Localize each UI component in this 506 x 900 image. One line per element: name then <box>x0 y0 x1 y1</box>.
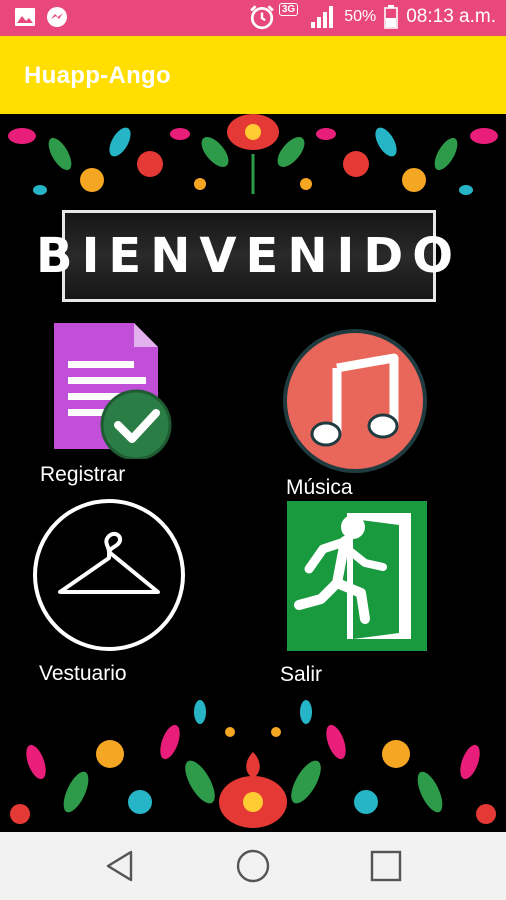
messenger-icon <box>47 7 67 27</box>
music-note-icon <box>283 329 427 473</box>
battery-icon <box>384 5 399 29</box>
vestuario-button[interactable]: Vestuario <box>30 496 190 696</box>
salir-button[interactable]: Salir <box>280 501 430 691</box>
navigation-bar <box>0 832 506 900</box>
musica-label: Música <box>286 476 353 499</box>
signal-icon <box>311 6 334 28</box>
floral-decoration-top <box>8 114 498 195</box>
back-icon <box>106 850 133 882</box>
floral-decoration-bottom <box>10 700 496 828</box>
back-button[interactable] <box>100 846 140 886</box>
status-bar: 3G 50% 08:13 a.m. <box>0 0 506 36</box>
network-type: 3G <box>278 2 299 16</box>
app-bar: Huapp-Ango <box>0 36 506 114</box>
clock: 08:13 a.m. <box>406 6 496 27</box>
main-content: BIENVENIDO Registrar Música Vestuario Sa… <box>0 114 506 832</box>
registrar-button[interactable]: Registrar <box>38 319 188 486</box>
document-check-icon <box>54 323 172 459</box>
battery-percent: 50% <box>344 8 377 25</box>
welcome-text: BIENVENIDO <box>35 228 463 284</box>
app-title: Huapp-Ango <box>24 62 171 89</box>
exit-door-icon <box>287 501 427 651</box>
recents-button[interactable] <box>366 846 406 886</box>
home-icon <box>236 849 270 883</box>
registrar-label: Registrar <box>40 463 126 486</box>
recents-icon <box>370 850 402 882</box>
home-button[interactable] <box>233 846 273 886</box>
musica-button[interactable]: Música <box>282 328 432 499</box>
image-icon <box>15 8 35 26</box>
hanger-icon <box>33 499 185 651</box>
alarm-icon <box>250 5 274 30</box>
welcome-banner: BIENVENIDO <box>36 210 453 302</box>
